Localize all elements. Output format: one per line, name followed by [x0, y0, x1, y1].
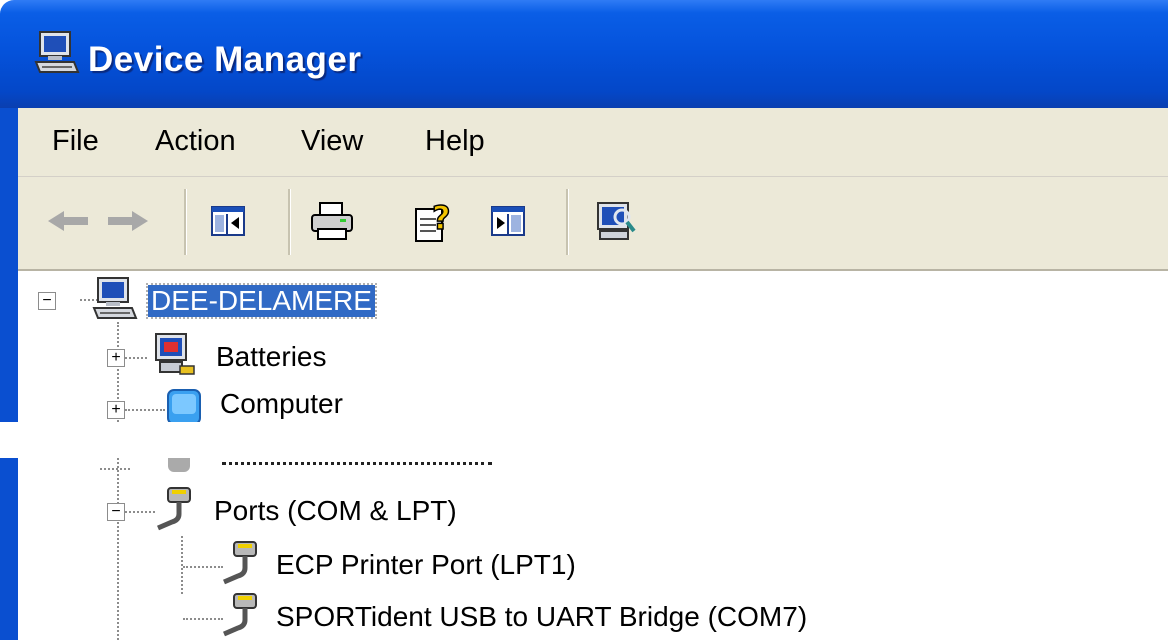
scan-hardware-button[interactable] — [584, 195, 644, 251]
computer-icon — [90, 276, 138, 327]
svg-text:?: ? — [432, 199, 451, 237]
tree-line — [125, 409, 165, 411]
properties-icon — [491, 205, 525, 241]
menu-help[interactable]: Help — [425, 125, 485, 158]
network-adapter-icon — [168, 458, 190, 472]
tree-root-label: DEE-DELAMERE — [146, 283, 377, 319]
battery-icon — [146, 332, 198, 383]
forward-icon — [106, 209, 150, 238]
tree-item-batteries[interactable]: Batteries — [146, 332, 327, 382]
partial-row-text — [222, 462, 492, 471]
print-icon — [310, 201, 354, 246]
help-icon: ? — [412, 198, 456, 248]
tree-item-label: Batteries — [216, 341, 327, 372]
show-hide-tree-icon — [211, 205, 245, 241]
print-button[interactable] — [302, 195, 362, 251]
collapse-ports-toggle[interactable]: − — [107, 503, 125, 521]
menu-action[interactable]: Action — [155, 125, 236, 158]
tree-item-ecp-port[interactable]: ECP Printer Port (LPT1) — [218, 540, 576, 590]
expand-computer-toggle[interactable]: + — [107, 401, 125, 419]
toolbar-separator — [184, 189, 187, 255]
port-icon — [152, 486, 196, 537]
screenshot-gap — [0, 422, 1168, 458]
tree-line — [183, 618, 223, 620]
show-hide-tree-button[interactable] — [198, 195, 258, 251]
toolbar-separator — [288, 189, 291, 255]
toolbar-separator — [566, 189, 569, 255]
menu-bar: File Action View Help — [18, 108, 1168, 177]
properties-button[interactable] — [478, 195, 538, 251]
monitor-icon — [166, 388, 202, 426]
tree-line — [100, 468, 130, 470]
window-frame-left — [0, 458, 18, 640]
expand-batteries-toggle[interactable]: + — [107, 349, 125, 367]
back-button[interactable] — [38, 195, 98, 251]
window-title: Device Manager — [88, 40, 362, 79]
help-button[interactable]: ? — [404, 195, 464, 251]
tree-root[interactable]: DEE-DELAMERE — [90, 276, 377, 327]
forward-button[interactable] — [98, 195, 158, 251]
title-bar[interactable]: Device Manager — [0, 0, 1168, 108]
port-icon — [218, 592, 262, 643]
tree-item-computer[interactable]: Computer — [166, 384, 343, 426]
computer-icon — [34, 30, 80, 81]
toolbar: ? — [18, 177, 1168, 271]
menu-view[interactable]: View — [301, 125, 363, 158]
tree-line — [181, 536, 183, 594]
tree-item-sportident-bridge[interactable]: SPORTident USB to UART Bridge (COM7) — [218, 592, 807, 642]
tree-line — [125, 511, 155, 513]
tree-line — [183, 566, 223, 568]
tree-item-label: SPORTident USB to UART Bridge (COM7) — [276, 601, 808, 632]
tree-item-label: Ports (COM & LPT) — [214, 495, 457, 526]
tree-item-ports[interactable]: Ports (COM & LPT) — [152, 486, 457, 536]
port-icon — [218, 540, 262, 591]
collapse-root-toggle[interactable]: − — [38, 292, 56, 310]
tree-line — [117, 458, 119, 640]
menu-file[interactable]: File — [52, 125, 99, 158]
scan-hardware-icon — [592, 199, 636, 248]
tree-item-label: Computer — [220, 388, 343, 419]
tree-item-label: ECP Printer Port (LPT1) — [276, 549, 576, 580]
tree-line — [125, 357, 147, 359]
back-icon — [46, 209, 90, 238]
